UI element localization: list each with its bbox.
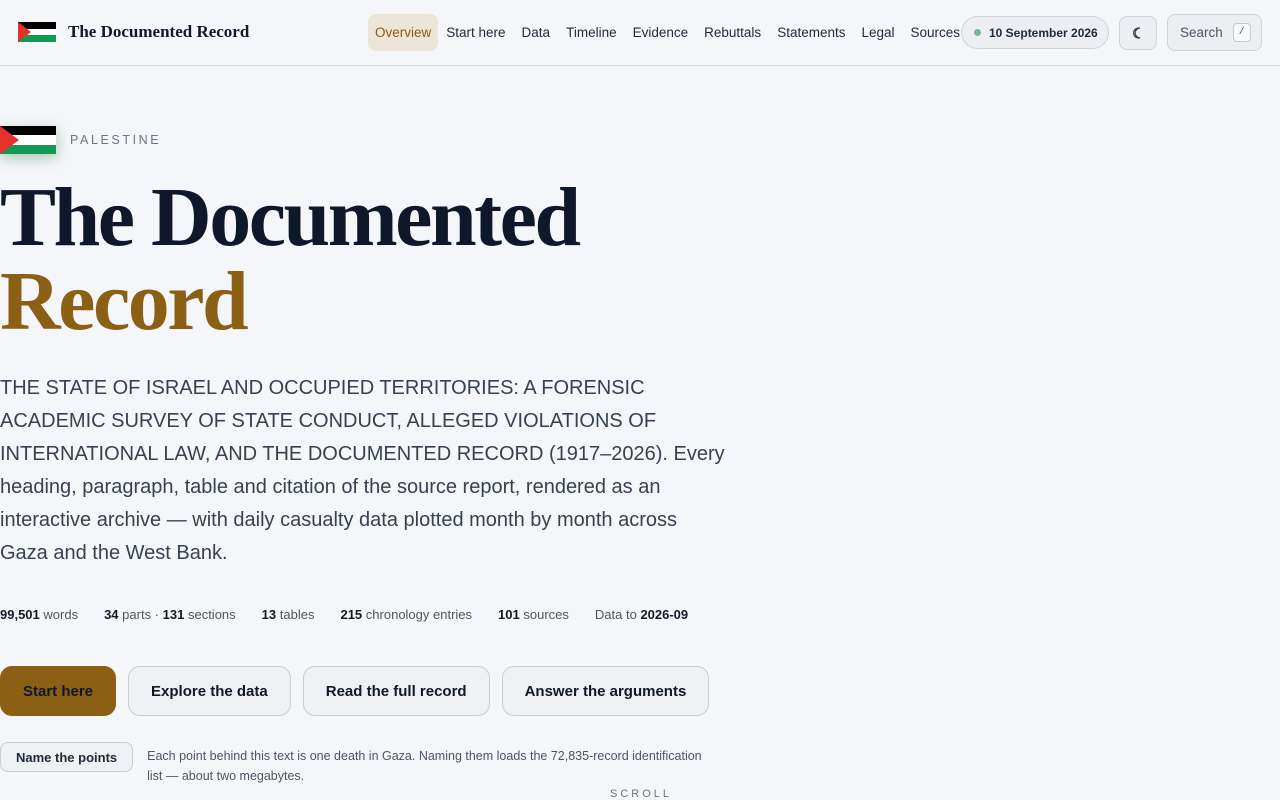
search-button[interactable]: Search /: [1167, 14, 1262, 51]
name-points-button[interactable]: Name the points: [0, 742, 134, 772]
search-shortcut-key: /: [1232, 23, 1251, 42]
brand-title: The Documented Record: [68, 22, 250, 41]
name-points-note: Each point behind this text is one death…: [147, 749, 702, 783]
answer-arguments-button[interactable]: Answer the arguments: [501, 666, 710, 716]
nav-overview[interactable]: Overview: [368, 14, 439, 51]
data-date-badge[interactable]: 10 September 2026: [961, 16, 1109, 49]
moon-icon: [1133, 27, 1141, 39]
kicker-label: PALESTINE: [70, 133, 162, 147]
nav-statements[interactable]: Statements: [769, 14, 853, 51]
stat-sources: 101 sources: [498, 607, 569, 622]
stat-parts-sections: 34 parts · 131 sections: [104, 607, 236, 622]
data-date-text: 10 September 2026: [989, 25, 1098, 40]
top-bar: The Documented Record Overview Start her…: [0, 0, 1280, 66]
hero-description: THE STATE OF ISRAEL AND OCCUPIED TERRITO…: [0, 377, 725, 564]
name-points-row: Name the points Each point behind this t…: [0, 742, 717, 786]
brand-link[interactable]: The Documented Record: [18, 21, 249, 43]
explore-data-button[interactable]: Explore the data: [128, 666, 291, 716]
scroll-hint: SCROLL: [610, 788, 673, 800]
palestine-flag-icon: [18, 22, 56, 42]
palestine-flag-icon: [0, 126, 56, 154]
search-label: Search: [1180, 25, 1223, 40]
status-dot-icon: [974, 29, 981, 36]
stat-words: 99,501 words: [0, 607, 79, 622]
stat-tables: 13 tables: [261, 607, 315, 622]
nav-sources[interactable]: Sources: [903, 14, 969, 51]
title-line-1: The Documented: [0, 171, 581, 264]
nav-start-here[interactable]: Start here: [438, 14, 513, 51]
read-record-button[interactable]: Read the full record: [302, 666, 490, 716]
nav-legal[interactable]: Legal: [853, 14, 902, 51]
title-line-2: Record: [0, 255, 249, 348]
start-here-button[interactable]: Start here: [0, 666, 117, 716]
stat-chronology: 215 chronology entries: [340, 607, 473, 622]
theme-toggle-button[interactable]: [1119, 16, 1157, 50]
page-title: The Documented Record: [0, 171, 581, 348]
action-buttons: Start here Explore the data Read the ful…: [0, 666, 721, 716]
nav-timeline[interactable]: Timeline: [558, 14, 625, 51]
nav-evidence[interactable]: Evidence: [625, 14, 697, 51]
main-nav: Overview Start here Data Timeline Eviden…: [368, 14, 968, 51]
stat-data-to: Data to 2026-09: [594, 607, 689, 622]
stats-row: 99,501 words 34 parts · 131 sections 13 …: [0, 607, 714, 622]
hero-kicker: PALESTINE: [0, 126, 161, 154]
nav-rebuttals[interactable]: Rebuttals: [696, 14, 769, 51]
nav-data[interactable]: Data: [514, 14, 559, 51]
